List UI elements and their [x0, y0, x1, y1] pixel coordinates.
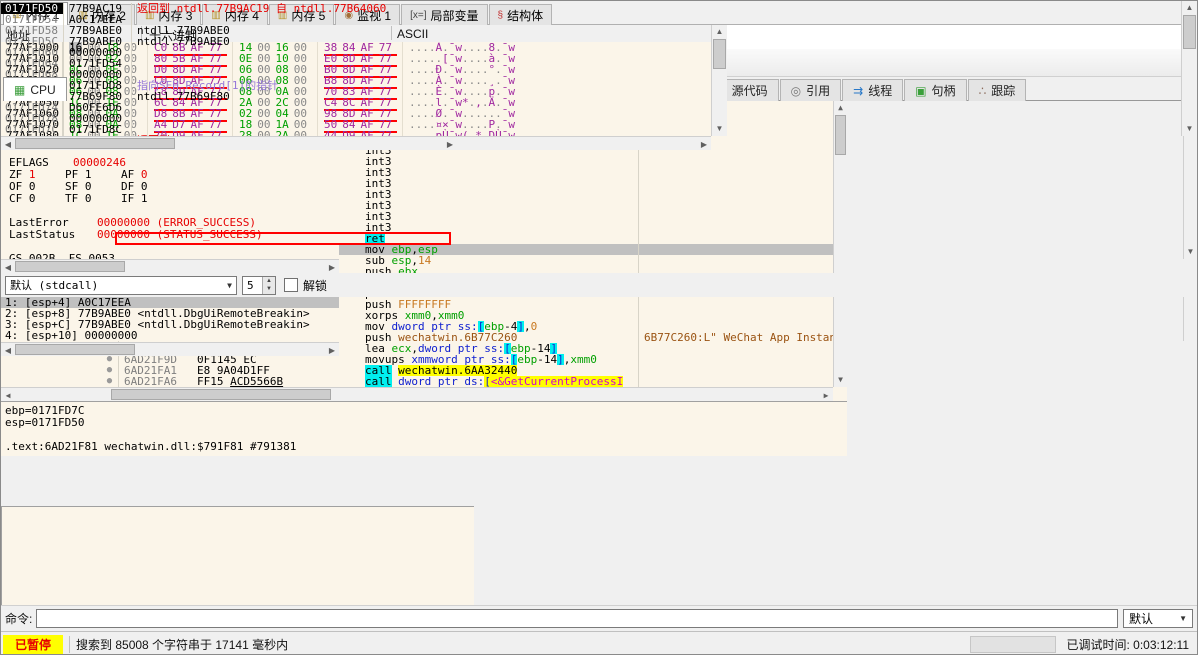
status-grip — [970, 636, 1056, 653]
spin-up-icon[interactable]: ▲ — [263, 277, 275, 286]
stack-vscrollbar[interactable]: ▲ ▼ — [1181, 1, 1197, 136]
tab-句柄[interactable]: ▣ 句柄 — [904, 79, 966, 101]
status-bar: 已暂停 搜索到 85008 个字符串于 17141 毫秒内 已调试时间: 0:0… — [1, 631, 1197, 655]
tab-线程[interactable]: ⇉ 线程 — [842, 79, 903, 101]
dump-tab-label: 结构体 — [507, 7, 543, 24]
chevron-down-icon: ▼ — [1179, 614, 1187, 623]
argument-count-stepper[interactable]: 5 ▲▼ — [242, 276, 276, 295]
command-bar: 命令: 默认 ▼ — [1, 605, 1197, 631]
register-row[interactable]: ZF 1PF 1AF 0 — [9, 169, 339, 181]
command-profile-select[interactable]: 默认 ▼ — [1123, 609, 1193, 628]
argument-row[interactable]: 4: [esp+10] 00000000 — [1, 330, 339, 341]
register-row[interactable]: LastStatus00000000 (STATUS_SUCCESS) — [9, 229, 339, 241]
breakpoint-dot-icon[interactable]: ● — [101, 376, 118, 387]
calling-convention-select[interactable]: 默认 (stdcall) ▼ — [5, 276, 237, 295]
x32dbg-window: WeChat.exe - PID: 263C - 模块: wechatwin.d… — [0, 0, 1198, 655]
call-arguments-list: 1: [esp+4] A0C17EEA2: [esp+8] 77B9ABE0 <… — [1, 297, 339, 341]
tab-跟踪[interactable]: ∴ 跟踪 — [968, 79, 1027, 101]
command-label: 命令: — [5, 610, 32, 627]
debug-time: 已调试时间: 0:03:12:11 — [1066, 636, 1197, 653]
chevron-down-icon: ▼ — [227, 281, 232, 290]
info-panel: ebp=0171FD7Cesp=0171FD50 .text:6AD21F81 w… — [1, 401, 847, 456]
calling-convention-value: 默认 (stdcall) — [10, 277, 98, 293]
tab-引用[interactable]: ◎ 引用 — [780, 79, 842, 101]
tab-label: 句柄 — [932, 82, 956, 99]
disassembly-vscrollbar[interactable]: ▲ ▼ — [833, 101, 847, 387]
debug-time-label: 已调试时间: — [1066, 638, 1129, 652]
threads-icon: ⇉ — [853, 84, 863, 98]
stack-row[interactable]: 0171FD7C0171FD8C — [1, 124, 457, 135]
status-message: 搜索到 85008 个字符串于 17141 毫秒内 — [76, 636, 288, 653]
stack-rows: 0171FD5077B9AC19返回到 ntdll.77B9AC19 自 ntd… — [1, 3, 457, 136]
tab-label: 源代码 — [732, 82, 768, 99]
arguments-hscrollbar[interactable]: ◀ ▶ — [1, 342, 339, 356]
disasm-row[interactable]: ●6AD21FA6FF15 ACD5566Bcall dword ptr ds:… — [1, 376, 833, 387]
info-line: ebp=0171FD7C — [5, 405, 847, 417]
references-icon: ◎ — [791, 84, 801, 98]
spin-down-icon[interactable]: ▼ — [263, 285, 275, 294]
disassembly-hscrollbar[interactable]: ◀ ▶ — [1, 387, 833, 401]
register-row[interactable]: CF 0TF 0IF 1 — [9, 193, 339, 205]
arguments-vscrollbar[interactable] — [1183, 297, 1197, 341]
tab-label: CPU — [30, 83, 55, 97]
dump-tab-结构体[interactable]: §结构体 — [489, 4, 553, 25]
register-row[interactable]: OF 0SF 0DF 0 — [9, 181, 339, 193]
handles-icon: ▣ — [915, 84, 926, 98]
unlock-label: 解锁 — [303, 277, 327, 294]
tab-label: 线程 — [868, 82, 892, 99]
argument-count-value: 5 — [243, 277, 262, 294]
cpu-icon: ▦ — [14, 83, 25, 97]
unlock-checkbox[interactable] — [284, 278, 298, 292]
paused-status-badge: 已暂停 — [3, 635, 63, 654]
stack-hscrollbar[interactable]: ◀ ▶ — [1, 136, 457, 150]
struct-icon: § — [498, 10, 504, 21]
command-input[interactable] — [36, 609, 1118, 628]
dump-vscrollbar[interactable]: ▲ ▼ — [711, 25, 727, 136]
calling-convention-bar: 默认 (stdcall) ▼ 5 ▲▼ 解锁 — [1, 273, 1197, 297]
tab-CPU[interactable]: ▦ CPU — [3, 77, 67, 101]
command-profile-value: 默认 — [1129, 610, 1153, 627]
tab-label: 引用 — [806, 82, 830, 99]
tab-label: 跟踪 — [991, 82, 1015, 99]
register-row[interactable]: EFLAGS00000246 — [9, 157, 339, 169]
trace-icon: ∴ — [979, 84, 987, 98]
registers-hscrollbar[interactable]: ◀ ▶ — [1, 259, 339, 273]
breakpoint-dot-icon[interactable]: ● — [101, 365, 118, 376]
info-line: .text:6AD21F81 wechatwin.dll:$791F81 #79… — [5, 441, 847, 453]
info-line: esp=0171FD50 — [5, 417, 847, 429]
debug-time-value: 0:03:12:11 — [1133, 638, 1189, 652]
